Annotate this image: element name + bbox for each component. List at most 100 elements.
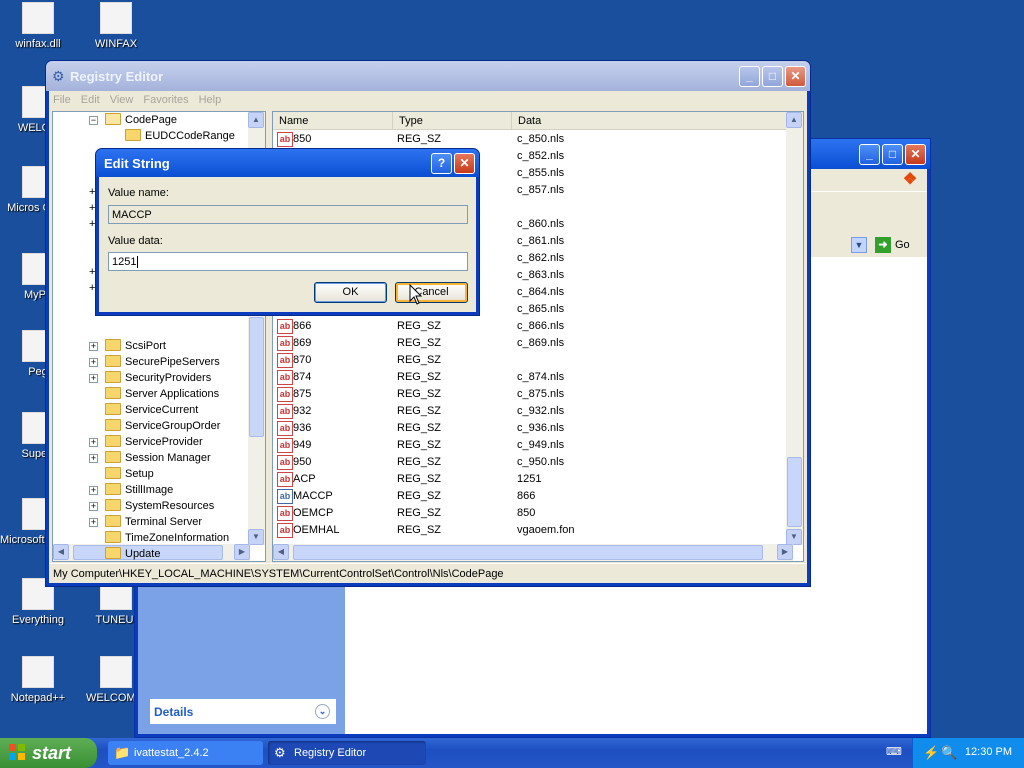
tree-item[interactable]: + SecurePipeServers	[89, 354, 220, 370]
scroll-left-icon[interactable]: ◀	[273, 544, 289, 560]
menu-item-favorites[interactable]: Favorites	[143, 94, 188, 106]
menu-item-view[interactable]: View	[110, 94, 134, 106]
collapse-icon[interactable]: −	[89, 116, 98, 125]
expand-icon[interactable]: +	[89, 502, 98, 511]
keyboard-icon[interactable]: ⌨	[886, 745, 902, 761]
tree-item[interactable]: + ScsiPort	[89, 338, 166, 354]
list-row[interactable]: ab 950 REG_SZ c_950.nls	[273, 454, 773, 471]
list-vertical-scrollbar[interactable]: ▲ ▼	[786, 112, 803, 545]
minimize-button[interactable]: _	[859, 144, 880, 165]
column-header-name[interactable]: Name	[273, 112, 393, 130]
chevron-down-icon[interactable]: ⌄	[315, 704, 330, 719]
expand-icon[interactable]: +	[89, 518, 98, 527]
scroll-right-icon[interactable]: ▶	[777, 544, 793, 560]
desktop-icon[interactable]: WINFAX	[78, 2, 154, 50]
expand-icon[interactable]: +	[89, 454, 98, 463]
dialog-title-bar[interactable]: Edit String	[96, 149, 479, 177]
close-button[interactable]: ✕	[454, 153, 475, 174]
menu-item-help[interactable]: Help	[199, 94, 222, 106]
cell-type: REG_SZ	[397, 524, 442, 536]
expand-icon[interactable]: +	[89, 486, 98, 495]
list-row[interactable]: ab 949 REG_SZ c_949.nls	[273, 437, 773, 454]
text-document-icon	[100, 656, 132, 688]
start-button[interactable]: start	[0, 738, 97, 768]
column-header-data[interactable]: Data	[512, 112, 795, 130]
scroll-right-icon[interactable]: ▶	[234, 544, 250, 560]
expand-icon[interactable]: +	[89, 342, 98, 351]
tree-item[interactable]: + SecurityProviders	[89, 370, 211, 386]
tree-item[interactable]: + Terminal Server	[89, 514, 202, 530]
tree-item[interactable]: + SystemResources	[89, 498, 214, 514]
cell-data: c_860.nls	[517, 218, 565, 230]
desktop-icon[interactable]: winfax.dll	[0, 2, 76, 50]
scroll-down-icon[interactable]: ▼	[248, 529, 264, 545]
close-button[interactable]: ✕	[905, 144, 926, 165]
scroll-up-icon[interactable]: ▲	[248, 112, 264, 128]
cancel-button[interactable]: Cancel	[395, 282, 468, 303]
expand-icon[interactable]: +	[89, 374, 98, 383]
tree-item[interactable]: Setup	[105, 466, 154, 482]
tree-item-label: SecurePipeServers	[125, 356, 220, 368]
scroll-left-icon[interactable]: ◀	[53, 544, 69, 560]
list-row[interactable]: ab 936 REG_SZ c_936.nls	[273, 420, 773, 437]
menu-item-file[interactable]: File	[53, 94, 71, 106]
list-row[interactable]: ab 932 REG_SZ c_932.nls	[273, 403, 773, 420]
list-row[interactable]: ab ACP REG_SZ 1251	[273, 471, 773, 488]
tree-item[interactable]: + ServiceProvider	[89, 434, 203, 450]
list-hscroll-thumb[interactable]	[293, 545, 763, 560]
cell-data: c_862.nls	[517, 252, 565, 264]
registry-editor-title-bar[interactable]: ⚙ Registry Editor	[46, 61, 810, 91]
scroll-up-icon[interactable]: ▲	[786, 112, 802, 128]
tree-item[interactable]: + StillImage	[89, 482, 173, 498]
tree-scroll-thumb[interactable]	[249, 317, 264, 437]
folder-icon	[105, 113, 121, 126]
value-data-input[interactable]: 1251	[108, 252, 468, 271]
help-button[interactable]: ?	[431, 153, 452, 174]
network-icon[interactable]: ⚡	[923, 745, 939, 761]
list-row[interactable]: ab 866 REG_SZ c_866.nls	[273, 318, 773, 335]
list-horizontal-scrollbar[interactable]: ◀ ▶	[273, 544, 793, 561]
minimize-button[interactable]: _	[739, 66, 760, 87]
tree-item[interactable]: EUDCCodeRange	[125, 128, 235, 144]
tree-item-label: Update	[125, 548, 161, 560]
list-row[interactable]: ab 874 REG_SZ c_874.nls	[273, 369, 773, 386]
cell-type: REG_SZ	[397, 405, 442, 417]
column-header-type[interactable]: Type	[393, 112, 512, 130]
taskbar-button-registry-editor[interactable]: ⚙ Registry Editor	[268, 741, 426, 765]
maximize-button[interactable]: □	[762, 66, 783, 87]
list-scroll-thumb[interactable]	[787, 457, 802, 527]
scroll-down-icon[interactable]: ▼	[786, 529, 802, 545]
tree-item[interactable]: TimeZoneInformation	[105, 530, 229, 546]
list-row[interactable]: ab 875 REG_SZ c_875.nls	[273, 386, 773, 403]
tree-item[interactable]: + Session Manager	[89, 450, 211, 466]
maximize-button[interactable]: □	[882, 144, 903, 165]
tree-item[interactable]: ServiceGroupOrder	[105, 418, 220, 434]
list-row[interactable]: ab 869 REG_SZ c_869.nls	[273, 335, 773, 352]
tree-item[interactable]: Server Applications	[105, 386, 219, 402]
go-button[interactable]: ➜ Go	[875, 236, 919, 254]
menu-item-edit[interactable]: Edit	[81, 94, 100, 106]
expand-icon[interactable]: +	[89, 358, 98, 367]
tree-item[interactable]: − CodePage	[89, 112, 177, 128]
details-panel-header[interactable]: Details ⌄	[150, 699, 336, 724]
expand-icon[interactable]: +	[89, 438, 98, 447]
ok-button[interactable]: OK	[314, 282, 387, 303]
list-row[interactable]: ab OEMCP REG_SZ 850	[273, 505, 773, 522]
close-button[interactable]: ✕	[785, 66, 806, 87]
value-data-text: 1251	[112, 256, 137, 268]
address-dropdown-button[interactable]: ▼	[851, 237, 867, 253]
tree-item[interactable]: ServiceCurrent	[105, 402, 198, 418]
desktop-icon[interactable]: Notepad++	[0, 656, 76, 704]
registry-editor-window[interactable]: ⚙ Registry Editor _ □ ✕ File Edit View Favori…	[45, 60, 811, 587]
search-icon[interactable]: 🔍	[941, 745, 957, 761]
go-arrow-icon: ➜	[875, 237, 891, 254]
taskbar-button-folder[interactable]: 📁 ivattestat_2.4.2	[108, 741, 263, 765]
list-row[interactable]: ab OEMHAL REG_SZ vgaoem.fon	[273, 522, 773, 539]
list-row[interactable]: ab 850 REG_SZ c_850.nls	[273, 131, 773, 148]
clock[interactable]: 12:30 PM	[965, 746, 1012, 758]
windows-flag-icon	[9, 744, 25, 761]
system-tray: ⚡ 🔍 12:30 PM	[912, 738, 1024, 768]
tree-item[interactable]: Update	[105, 546, 161, 561]
list-row[interactable]: ab MACCP REG_SZ 866	[273, 488, 773, 505]
list-row[interactable]: ab 870 REG_SZ	[273, 352, 773, 369]
